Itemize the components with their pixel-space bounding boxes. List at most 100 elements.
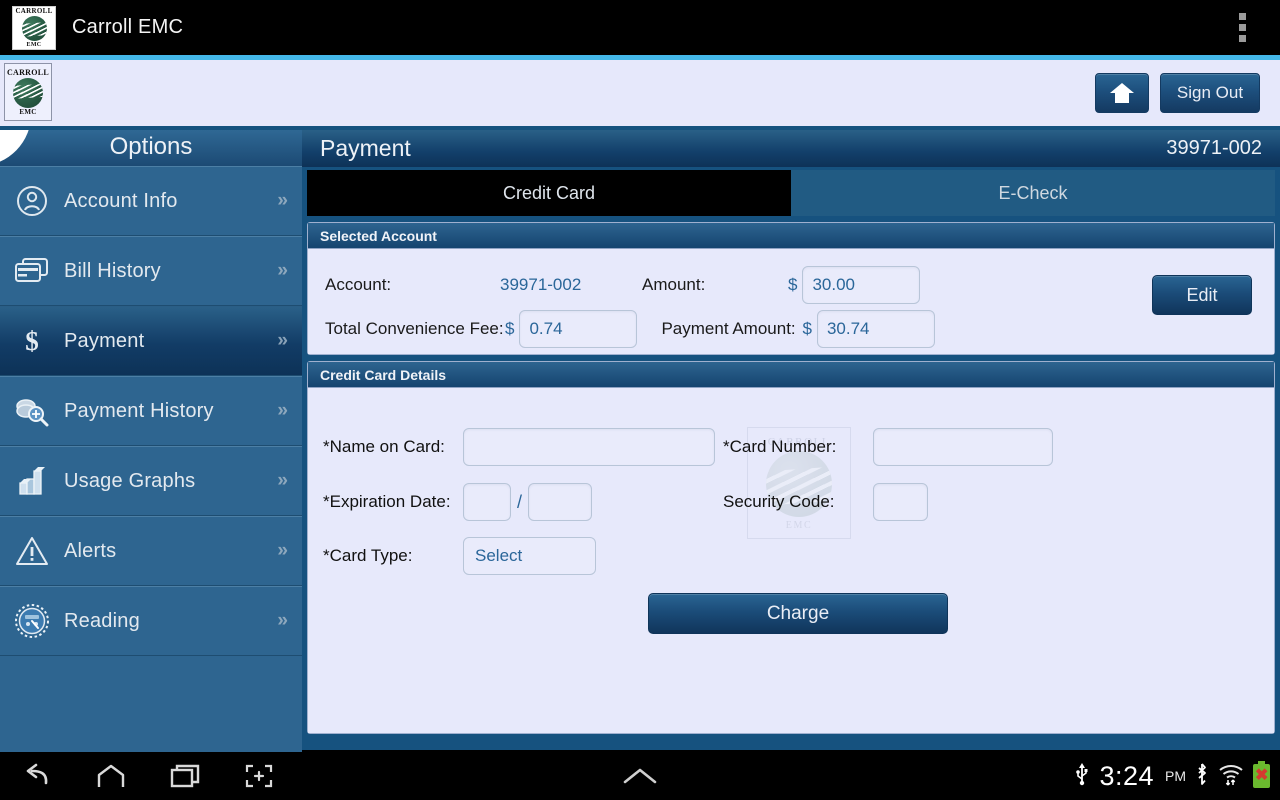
clock-time: 3:24 — [1099, 760, 1154, 791]
credit-cards-icon — [0, 256, 64, 286]
expiration-separator: / — [517, 491, 523, 512]
header-actions: Sign Out — [1095, 73, 1260, 113]
sidebar-item-label: Usage Graphs — [64, 469, 196, 492]
sidebar-item-usage-graphs[interactable]: Usage Graphs » — [0, 446, 302, 516]
sign-out-button[interactable]: Sign Out — [1160, 73, 1260, 113]
security-code-row: Security Code: — [723, 483, 928, 521]
name-on-card-row: *Name on Card: — [323, 428, 715, 466]
chevron-right-icon: » — [277, 610, 288, 631]
sidebar-item-payment[interactable]: $ Payment » — [0, 306, 302, 376]
security-code-label: Security Code: — [723, 492, 835, 511]
status-icons: 3:24 PM ✖ — [1074, 752, 1270, 800]
name-on-card-label: *Name on Card: — [323, 437, 445, 456]
bar-chart-icon — [0, 465, 64, 497]
convenience-fee-label: Total Convenience Fee: — [325, 319, 504, 338]
expiration-month-input[interactable] — [463, 483, 511, 521]
account-value: 39971-002 — [500, 275, 582, 294]
back-arrow-icon[interactable] — [0, 752, 74, 800]
sidebar-nav: Account Info » Bill History » $ Payment … — [0, 166, 302, 656]
svg-text:$: $ — [25, 326, 39, 356]
chevron-right-icon: » — [277, 470, 288, 491]
payment-amount-label: Payment Amount: — [661, 319, 796, 338]
chevron-right-icon: » — [277, 260, 288, 281]
money-search-icon — [0, 395, 64, 427]
chevron-up-icon[interactable] — [603, 752, 677, 800]
page-header: Payment 39971-002 — [302, 130, 1280, 167]
sidebar-item-account-info[interactable]: Account Info » — [0, 166, 302, 236]
screenshot-icon[interactable] — [222, 752, 296, 800]
warning-triangle-icon — [0, 535, 64, 567]
amount-input[interactable]: 30.00 — [802, 266, 921, 304]
account-label: Account: — [325, 275, 392, 294]
sidebar-item-label: Payment History — [64, 399, 214, 422]
home-icon — [1110, 83, 1134, 103]
credit-card-body: CARROLL EMC *Name on Card: *Card Number:… — [308, 388, 1274, 733]
credit-card-panel-title: Credit Card Details — [308, 362, 1274, 388]
tab-e-check[interactable]: E-Check — [791, 170, 1275, 216]
site-header: CARROLL EMC Sign Out — [0, 60, 1280, 126]
overflow-dot — [1238, 35, 1246, 42]
sidebar-item-reading[interactable]: Reading » — [0, 586, 302, 656]
charge-button[interactable]: Charge — [648, 593, 948, 634]
payment-method-tabs: Credit Card E-Check — [307, 170, 1275, 216]
amount-currency-symbol: $ — [788, 275, 798, 294]
main-content: Payment 39971-002 Credit Card E-Check Se… — [302, 130, 1280, 750]
sidebar-title-label: Options — [109, 133, 193, 160]
sidebar-item-payment-history[interactable]: Payment History » — [0, 376, 302, 446]
site-logo[interactable]: CARROLL EMC — [4, 63, 52, 121]
app-logo-emblem — [21, 15, 47, 41]
security-code-input[interactable] — [873, 483, 928, 521]
page-curl-decoration — [0, 130, 42, 166]
sidebar: Options Account Info » Bill History » $ — [0, 130, 302, 752]
selected-account-row-2: Total Convenience Fee: $ 0.74 Payment Am… — [308, 307, 1274, 351]
page-account-number: 39971-002 — [1166, 137, 1262, 159]
battery-x-mark: ✖ — [1255, 767, 1269, 784]
site-logo-bottom-text: EMC — [19, 107, 37, 116]
home-outline-icon[interactable] — [74, 752, 148, 800]
sidebar-item-alerts[interactable]: Alerts » — [0, 516, 302, 586]
payment-amount-input[interactable]: 30.74 — [816, 310, 935, 348]
card-number-row: *Card Number: — [723, 428, 1053, 466]
wifi-icon — [1218, 762, 1244, 791]
convenience-fee-input[interactable]: 0.74 — [519, 310, 638, 348]
site-logo-emblem — [13, 77, 43, 108]
android-title-bar: CARROLL EMC Carroll EMC — [0, 0, 1280, 55]
sidebar-item-label: Reading — [64, 609, 140, 632]
clock-meridiem: PM — [1165, 768, 1186, 784]
sidebar-title: Options — [0, 130, 302, 166]
selected-account-panel: Selected Account Account: 39971-002 Amou… — [307, 222, 1275, 355]
app-logo: CARROLL EMC — [12, 5, 56, 50]
meter-gauge-icon — [0, 603, 64, 639]
user-circle-icon — [0, 184, 64, 218]
sidebar-item-bill-history[interactable]: Bill History » — [0, 236, 302, 306]
card-number-input[interactable] — [873, 428, 1053, 466]
overflow-dot — [1238, 13, 1246, 20]
card-type-select[interactable]: Select — [463, 537, 596, 575]
site-logo-top-text: CARROLL — [6, 67, 50, 77]
chevron-right-icon: » — [277, 190, 288, 211]
tab-credit-card[interactable]: Credit Card — [307, 170, 791, 216]
overflow-dot — [1238, 24, 1246, 31]
selected-account-row-1: Account: 39971-002 Amount: $ 30.00 — [308, 263, 1274, 307]
edit-button[interactable]: Edit — [1152, 275, 1252, 315]
overflow-menu-icon[interactable] — [1222, 0, 1262, 55]
chevron-right-icon: » — [277, 400, 288, 421]
chevron-right-icon: » — [277, 330, 288, 351]
name-on-card-input[interactable] — [463, 428, 715, 466]
screen-root: CARROLL EMC Carroll EMC CARROLL EMC Sign… — [0, 0, 1280, 800]
recent-apps-icon[interactable] — [148, 752, 222, 800]
battery-error-icon: ✖ — [1253, 761, 1270, 788]
chevron-right-icon: » — [277, 540, 288, 561]
expiration-date-label: *Expiration Date: — [323, 492, 451, 511]
expiration-year-input[interactable] — [528, 483, 593, 521]
payment-currency-symbol: $ — [802, 319, 812, 338]
fee-currency-symbol: $ — [505, 319, 515, 338]
dollar-sign-icon: $ — [0, 324, 64, 358]
credit-card-details-panel: Credit Card Details CARROLL EMC *Name on… — [307, 361, 1275, 734]
card-number-label: *Card Number: — [723, 437, 837, 456]
watermark-bottom-text: EMC — [785, 519, 813, 531]
app-logo-bottom-text: EMC — [26, 41, 42, 48]
app-logo-top-text: CARROLL — [15, 6, 53, 15]
sidebar-item-label: Bill History — [64, 259, 161, 282]
home-button[interactable] — [1095, 73, 1149, 113]
